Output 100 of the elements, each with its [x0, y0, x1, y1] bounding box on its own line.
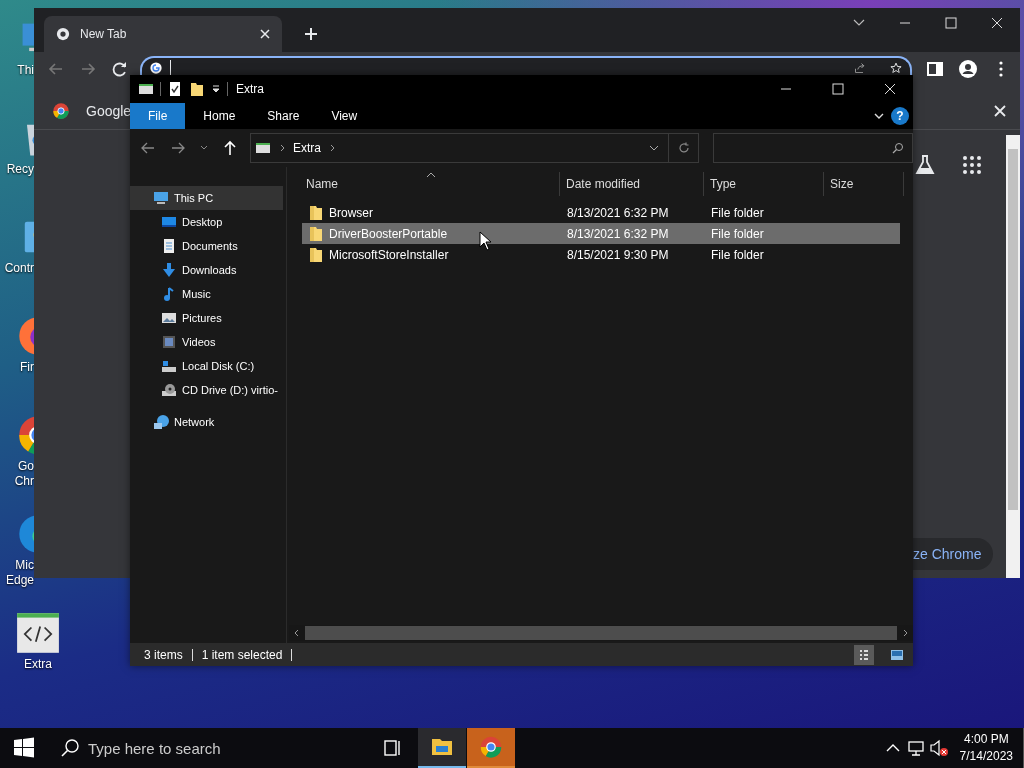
desktop-icon-label: Extra — [24, 657, 52, 672]
side-panel-icon[interactable] — [925, 59, 945, 79]
navigation-icon — [161, 382, 177, 398]
date-cell-text: 8/15/2021 9:30 PM — [566, 247, 670, 262]
navigation-icon — [161, 214, 177, 230]
nav-item[interactable]: Pictures — [130, 306, 283, 330]
type-cell-text: File folder — [710, 247, 765, 262]
chrome-logo-icon — [52, 101, 70, 120]
file-row[interactable]: Browser 8/13/2021 6:32 PM File folder — [302, 202, 900, 223]
search-icon — [60, 738, 80, 758]
column-header[interactable]: Name — [302, 172, 560, 196]
share-icon[interactable] — [854, 62, 866, 74]
scrollbar[interactable] — [1006, 135, 1020, 578]
desktop-icon-label: Contr — [4, 261, 34, 276]
search-field[interactable] — [712, 133, 913, 163]
nav-item[interactable]: Documents — [130, 234, 283, 258]
breadcrumb-item[interactable]: Extra — [293, 141, 321, 155]
navigation-icon — [153, 414, 169, 430]
nav-item[interactable]: This PC — [130, 186, 283, 210]
scroll-left-icon[interactable] — [293, 629, 301, 637]
network-icon[interactable] — [905, 738, 926, 758]
clock-time[interactable]: 4:00 PM — [963, 731, 1009, 748]
file-row[interactable]: DriverBoosterPortable 8/13/2021 6:32 PM File folder — [302, 223, 900, 244]
forward-icon[interactable] — [170, 140, 186, 156]
desktop-icon-label: Fir — [20, 360, 34, 375]
ribbon-tab[interactable]: View — [317, 103, 372, 129]
folder-icon — [308, 246, 324, 263]
refresh-icon[interactable] — [677, 142, 690, 154]
file-menu-button[interactable]: File — [130, 103, 186, 129]
search-field[interactable]: Type here to search — [88, 739, 370, 757]
folder-icon[interactable] — [189, 81, 205, 97]
properties-icon[interactable] — [167, 81, 183, 97]
selection-count: 1 item selected — [201, 647, 283, 662]
browser-tab[interactable]: New Tab — [44, 16, 282, 52]
app-icon — [138, 81, 154, 97]
google-logo-icon — [150, 62, 162, 74]
up-icon[interactable] — [222, 140, 238, 156]
desktop-icon-label: Chr — [14, 474, 34, 489]
ribbon-tab[interactable]: Home — [189, 103, 250, 129]
chevron-right-icon[interactable] — [278, 144, 286, 152]
folder-icon — [308, 225, 324, 242]
navigation-icon — [153, 190, 169, 206]
back-icon[interactable] — [140, 140, 156, 156]
nav-item[interactable]: Desktop — [130, 210, 283, 234]
mouse-pointer-icon — [479, 231, 491, 251]
dropdown-icon[interactable] — [211, 84, 221, 94]
column-header[interactable]: Date modified — [560, 172, 704, 196]
nav-item[interactable]: Music — [130, 282, 283, 306]
search-icon — [892, 142, 904, 154]
type-cell-text: File folder — [710, 205, 765, 220]
navigation-icon — [161, 262, 177, 278]
nav-item[interactable]: Local Disk (C:) — [130, 354, 283, 378]
chevron-right-icon[interactable] — [328, 144, 336, 152]
folder-icon — [308, 204, 324, 221]
column-header[interactable]: Size — [824, 172, 904, 196]
type-cell-text: File folder — [710, 226, 765, 241]
star-icon[interactable] — [890, 62, 902, 74]
navigation-icon — [161, 358, 177, 374]
file-name: Browser — [329, 205, 373, 220]
help-button[interactable]: ? — [891, 107, 909, 125]
nav-item[interactable]: CD Drive (D:) virtio- — [130, 378, 283, 402]
clock-date[interactable]: 7/14/2023 — [959, 748, 1013, 765]
ribbon-tab[interactable]: Share — [253, 103, 314, 129]
file-row[interactable]: MicrosoftStoreInstaller 8/15/2021 9:30 PM File folder — [302, 244, 900, 265]
details-view-icon[interactable] — [854, 644, 874, 665]
navigation-icon — [161, 334, 177, 350]
chevron-down-icon[interactable] — [648, 143, 659, 153]
nav-item[interactable]: Network — [130, 410, 283, 434]
new-tab-icon[interactable] — [304, 27, 318, 41]
volume-muted-icon[interactable] — [928, 738, 949, 758]
navigation-icon — [161, 310, 177, 326]
apps-grid-icon[interactable] — [960, 153, 984, 177]
scroll-right-icon[interactable] — [901, 629, 909, 637]
info-bar-text: Google — [86, 102, 132, 119]
sort-ascending-icon — [425, 172, 436, 178]
code-file-icon[interactable] — [16, 611, 60, 655]
flask-icon[interactable] — [913, 153, 937, 177]
chrome-logo-icon — [479, 735, 503, 759]
column-header[interactable]: Type — [704, 172, 824, 196]
date-cell-text: 8/13/2021 6:32 PM — [566, 226, 670, 241]
recent-locations-icon[interactable] — [200, 144, 208, 152]
date-cell-text: 8/13/2021 6:32 PM — [566, 205, 670, 220]
address-field[interactable] — [140, 56, 912, 75]
desktop-icon-label: Edge — [5, 573, 34, 588]
profile-icon[interactable] — [958, 59, 978, 79]
nav-item[interactable]: Downloads — [130, 258, 283, 282]
address-bar[interactable]: Extra — [250, 133, 699, 163]
close-icon[interactable] — [260, 29, 270, 39]
desktop-icon-label: Recy — [6, 162, 34, 177]
desktop-icon-label: Mic — [15, 558, 34, 573]
nav-item[interactable]: Videos — [130, 330, 283, 354]
app-icon — [255, 140, 271, 156]
navigation-icon — [161, 238, 177, 254]
desktop-icon-label: Thi — [17, 63, 34, 78]
file-name: MicrosoftStoreInstaller — [329, 247, 449, 262]
desktop-icon-label: Go — [18, 459, 34, 474]
window-title: Extra — [236, 82, 264, 96]
taskbar-app[interactable] — [418, 728, 466, 768]
close-icon[interactable] — [994, 104, 1006, 117]
file-name: DriverBoosterPortable — [329, 226, 448, 241]
